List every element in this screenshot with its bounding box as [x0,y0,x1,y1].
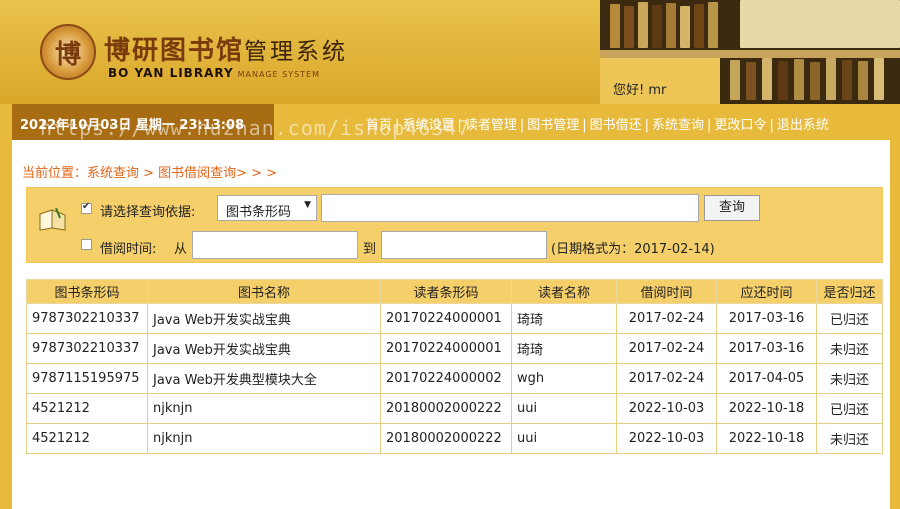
cell-returned: 已归还 [816,303,883,334]
cell-book-name: njknjn [147,423,381,454]
main-menu: 首页 | 系统设置 | 读者管理 | 图书管理 | 图书借还 | 系统查询 | 更改口令 | 退出系统 [366,118,829,133]
cell-due-date: 2017-04-05 [716,363,817,394]
cell-book-barcode: 4521212 [26,393,148,424]
borrow-results-table: 图书条形码 图书名称 读者条形码 读者名称 借阅时间 应还时间 是否归还 978… [26,279,883,454]
nav-system-settings[interactable]: 系统设置 [402,118,454,133]
cell-reader-barcode: 20180002000222 [380,393,512,424]
open-book-icon [39,207,66,231]
cell-book-barcode: 9787115195975 [26,363,148,394]
date-format-hint: (日期格式为：2017-02-14) [551,242,715,257]
breadcrumb: 当前位置：系统查询 > 图书借阅查询> > > [22,166,278,181]
cell-returned: 未归还 [816,333,883,364]
cell-book-barcode: 4521212 [26,423,148,454]
date-to-input[interactable] [381,231,547,259]
to-label: 到 [363,242,377,257]
cell-reader-barcode: 20170224000001 [380,333,512,364]
date-label: 借阅时间: [100,242,157,257]
cell-reader-name: uui [511,423,617,454]
cell-book-name: njknjn [147,393,381,424]
cell-book-barcode: 9787302210337 [26,333,148,364]
query-input[interactable] [321,194,699,222]
table-row: 9787302210337 Java Web开发实战宝典 20170224000… [26,333,883,364]
cell-book-barcode: 9787302210337 [26,303,148,334]
greeting-text: 您好! mr [613,83,667,98]
criteria-label: 请选择查询依据: [100,205,196,220]
system-title: 博研图书馆管理系统 [104,30,348,67]
table-header-row: 图书条形码 图书名称 读者条形码 读者名称 借阅时间 应还时间 是否归还 [26,279,883,304]
table-row: 4521212 njknjn 20180002000222 uui 2022-1… [26,423,883,454]
table-row: 9787115195975 Java Web开发典型模块大全 201702240… [26,363,883,394]
query-button[interactable]: 查询 [704,195,760,221]
cell-reader-name: uui [511,393,617,424]
nav-home[interactable]: 首页 [366,118,392,133]
cell-due-date: 2022-10-18 [716,423,817,454]
nav-reader-management[interactable]: 读者管理 [465,118,517,133]
cell-returned: 已归还 [816,393,883,424]
cell-borrow-date: 2022-10-03 [616,393,717,424]
date-checkbox[interactable] [81,239,92,250]
cell-returned: 未归还 [816,363,883,394]
cell-book-name: Java Web开发典型模块大全 [147,363,381,394]
criteria-select[interactable]: 图书条形码 ▼ [217,195,317,221]
title-main: 博研图书馆 [104,36,245,66]
title-sub: 管理系统 [244,39,349,65]
nav-change-password[interactable]: 更改口令 [714,118,766,133]
cell-book-name: Java Web开发实战宝典 [147,333,381,364]
cell-book-name: Java Web开发实战宝典 [147,303,381,334]
from-label: 从 [174,242,188,257]
cell-due-date: 2017-03-16 [716,303,817,334]
cell-borrow-date: 2017-02-24 [616,333,717,364]
system-title-en: BO YAN LIBRARY MANAGE SYSTEM [108,66,321,80]
cell-due-date: 2022-10-18 [716,393,817,424]
col-returned: 是否归还 [816,279,883,304]
chevron-down-icon: ▼ [304,200,311,210]
cell-reader-barcode: 20180002000222 [380,423,512,454]
nav-system-query[interactable]: 系统查询 [652,118,704,133]
cell-borrow-date: 2017-02-24 [616,303,717,334]
cell-reader-barcode: 20170224000002 [380,363,512,394]
header-banner: 博 博研图书馆管理系统 BO YAN LIBRARY MANAGE SYSTEM [0,0,900,104]
date-from-input[interactable] [192,231,358,259]
current-datetime: 2022年10月03日 星期一 23:13:08 [20,118,245,133]
cell-borrow-date: 2017-02-24 [616,363,717,394]
table-row: 9787302210337 Java Web开发实战宝典 20170224000… [26,303,883,334]
cell-borrow-date: 2022-10-03 [616,423,717,454]
col-book-name: 图书名称 [147,279,381,304]
col-book-barcode: 图书条形码 [26,279,148,304]
table-row: 4521212 njknjn 20180002000222 uui 2022-1… [26,393,883,424]
col-reader-name: 读者名称 [511,279,617,304]
cell-due-date: 2017-03-16 [716,333,817,364]
library-seal-logo: 博 [40,24,96,80]
criteria-checkbox[interactable] [81,201,92,214]
nav-logout[interactable]: 退出系统 [777,118,829,133]
cell-reader-name: wgh [511,363,617,394]
frame-left [0,140,12,509]
nav-borrow-return[interactable]: 图书借还 [590,118,642,133]
cell-reader-name: 琦琦 [511,333,617,364]
frame-right [890,140,900,509]
col-due-date: 应还时间 [716,279,817,304]
col-borrow-date: 借阅时间 [616,279,717,304]
cell-returned: 未归还 [816,423,883,454]
cell-reader-barcode: 20170224000001 [380,303,512,334]
page: 博 博研图书馆管理系统 BO YAN LIBRARYMANAGE SYSTEM [0,0,900,509]
cell-reader-name: 琦琦 [511,303,617,334]
nav-book-management[interactable]: 图书管理 [527,118,579,133]
col-reader-barcode: 读者条形码 [380,279,512,304]
